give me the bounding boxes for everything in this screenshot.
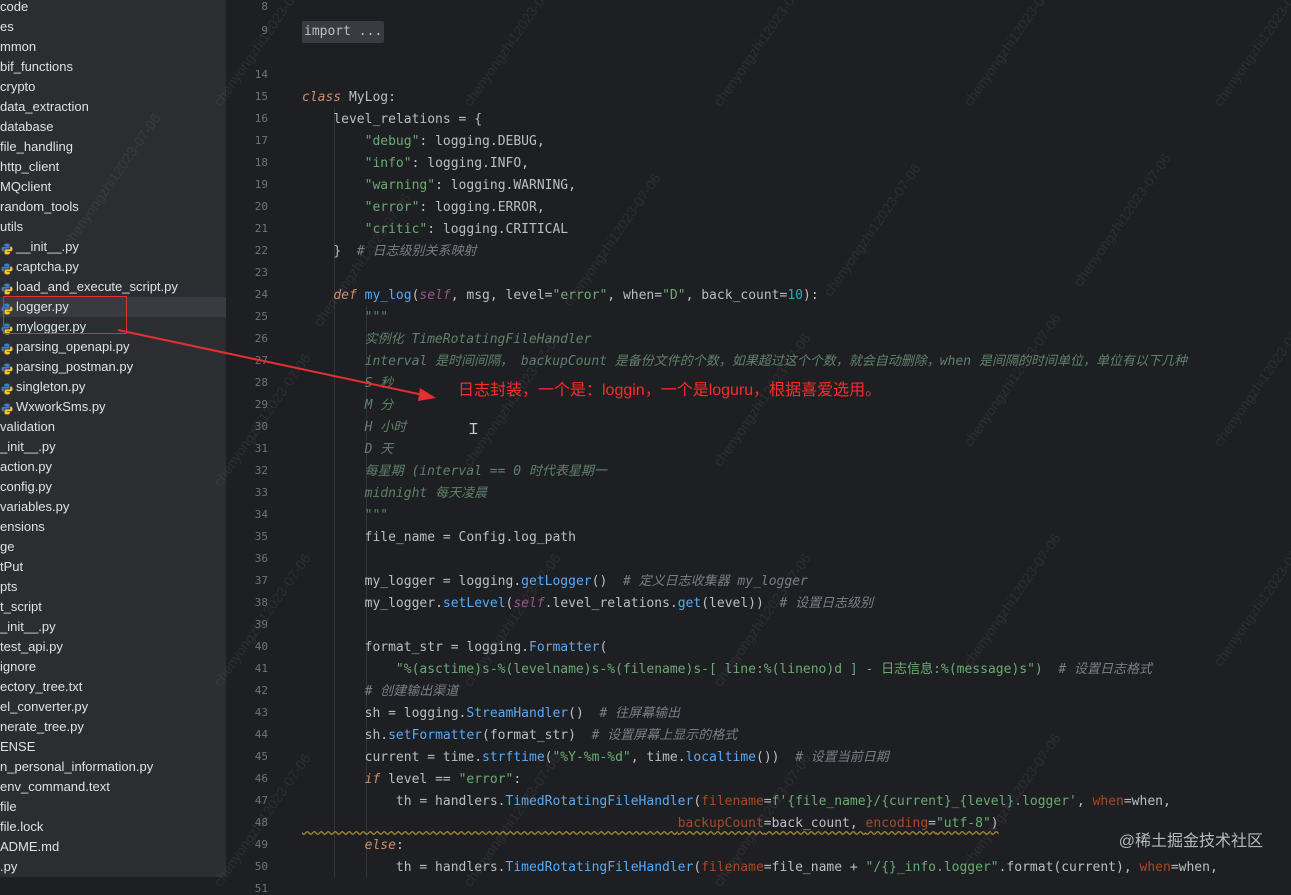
line-number: 51 — [254, 882, 268, 895]
annotation-arrow — [117, 329, 436, 401]
annotation-text: 日志封装，一个是：loggin，一个是loguru，根据喜爱选用。 — [458, 382, 882, 399]
text-cursor-icon: Ｉ — [466, 420, 482, 438]
